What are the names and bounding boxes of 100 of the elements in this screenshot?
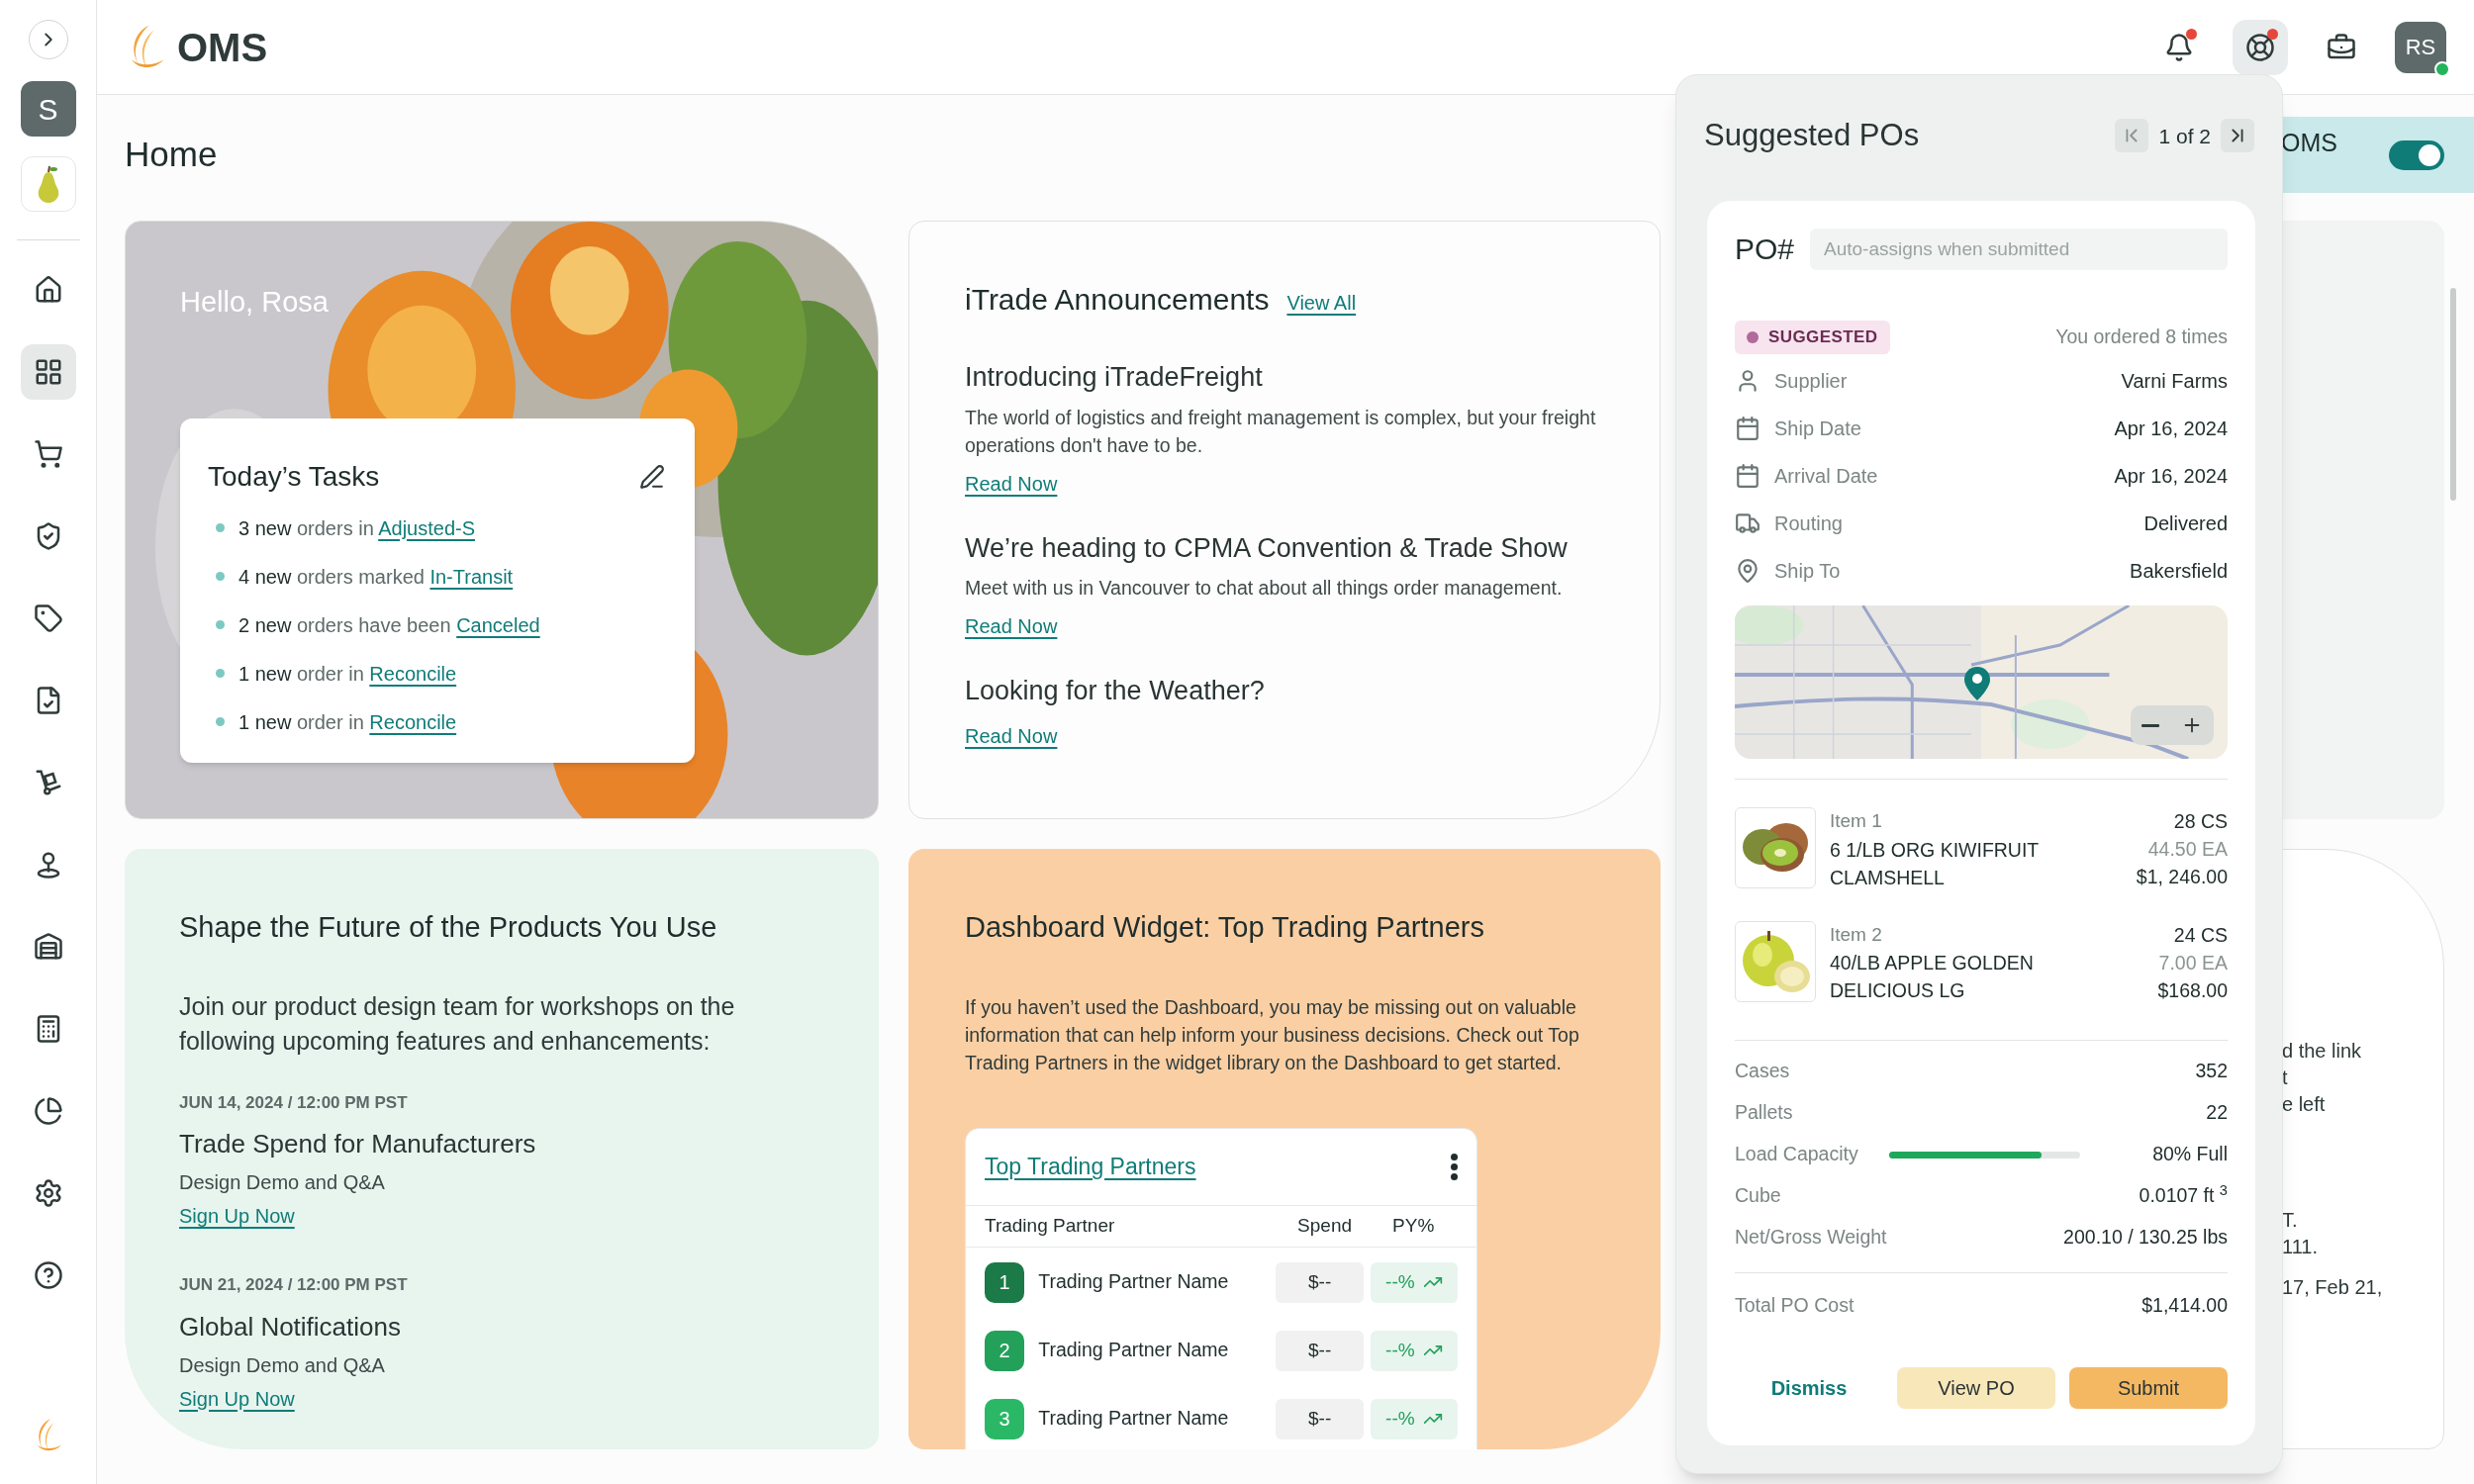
event-date: JUN 21, 2024 / 12:00 PM PST xyxy=(179,1274,409,1296)
more-icon xyxy=(1451,1153,1458,1180)
event-subtitle: Design Demo and Q&A xyxy=(179,1352,386,1378)
cart-icon xyxy=(33,439,63,469)
task-link[interactable]: Adjusted-S xyxy=(378,516,476,539)
bullet-icon xyxy=(216,669,225,678)
dashboard-text: If you haven’t used the Dashboard, you may be missing out on valuable information that can help inform your business decisions. Check out Top Trading Partners in the widget library on the Dashboard to get started. xyxy=(965,994,1580,1075)
item-total: $168.00 xyxy=(2157,977,2228,1003)
partial-text: T. xyxy=(2282,1208,2299,1233)
summary-value: 22 xyxy=(2206,1100,2228,1126)
task-link[interactable]: In-Transit xyxy=(429,565,514,588)
bullet-icon xyxy=(216,572,225,581)
help-icon xyxy=(33,1260,63,1290)
page-title: Home xyxy=(125,134,219,176)
view-po-button[interactable]: View PO xyxy=(1897,1367,2055,1410)
item-total: $1, 246.00 xyxy=(2136,865,2228,889)
partial-text: e left xyxy=(2282,1092,2327,1117)
read-now-link[interactable]: Read Now xyxy=(965,468,1058,499)
tag-icon xyxy=(33,603,63,633)
sign-up-link[interactable]: Sign Up Now xyxy=(179,1201,295,1231)
workshop-intro: Join our product design team for workshops on the following upcoming features and enhancements: xyxy=(179,990,736,1057)
po-number-field[interactable]: Auto-assigns when submitted xyxy=(1810,228,2228,270)
task-link[interactable]: Canceled xyxy=(456,613,540,636)
spend-cell: $-- xyxy=(1276,1330,1364,1371)
summary-label: Net/Gross Weight xyxy=(1735,1225,1887,1251)
partial-text: 17, Feb 21, xyxy=(2282,1275,2384,1300)
task-text: 1 new order in Reconcile xyxy=(238,709,457,735)
header-icon-button[interactable] xyxy=(2233,19,2288,75)
item-label: Item 1 xyxy=(1830,809,1883,833)
announcement-text: Meet with us in Vancouver to chat about all things order management. xyxy=(965,576,1564,601)
zoom-out-button[interactable] xyxy=(2141,723,2159,727)
detail-value: Bakersfield xyxy=(2130,559,2228,584)
task-text: 4 new orders marked In-Transit xyxy=(238,564,514,590)
task-text: 1 new order in Reconcile xyxy=(238,661,457,687)
py-cell: --% xyxy=(1370,1261,1458,1303)
calendar-icon xyxy=(1735,463,1760,489)
user-avatar[interactable]: RS xyxy=(2395,21,2446,73)
item-name: 40/LB APPLE GOLDEN DELICIOUS LG xyxy=(1830,951,2035,1003)
nav-item[interactable] xyxy=(20,344,76,400)
detail-value: Delivered xyxy=(2143,511,2228,536)
task-link[interactable]: Reconcile xyxy=(369,710,457,733)
announcement-title: We’re heading to CPMA Convention & Trade Show xyxy=(965,531,1569,565)
support-icon xyxy=(2245,32,2275,62)
more-button[interactable] xyxy=(1451,1153,1458,1180)
widget-title-link[interactable]: Top Trading Partners xyxy=(985,1149,1196,1184)
banner-text: OMS xyxy=(2281,127,2337,158)
read-now-link[interactable]: Read Now xyxy=(965,720,1058,751)
expand-button[interactable] xyxy=(28,20,68,59)
sign-up-link[interactable]: Sign Up Now xyxy=(179,1383,295,1414)
dismiss-button[interactable]: Dismiss xyxy=(1735,1367,1883,1410)
bullet-icon xyxy=(216,620,225,629)
submit-button[interactable]: Submit xyxy=(2069,1367,2228,1410)
task-link[interactable]: Reconcile xyxy=(369,662,457,685)
partial-text: 111. xyxy=(2282,1235,2319,1259)
spend-cell: $-- xyxy=(1276,1261,1364,1303)
po-label: PO# xyxy=(1735,232,1795,267)
settings-icon xyxy=(33,1178,63,1208)
last-page-button[interactable] xyxy=(2221,119,2254,153)
summary-label: Cases xyxy=(1735,1059,1791,1084)
py-cell: --% xyxy=(1370,1398,1458,1439)
detail-value: Varni Farms xyxy=(2121,369,2228,394)
announcement-title: Looking for the Weather? xyxy=(965,675,1266,707)
edit-icon xyxy=(639,463,665,490)
summary-value: 80% Full xyxy=(2152,1142,2228,1167)
panel-title: Suggested POs xyxy=(1704,117,1920,154)
rank-badge: 2 xyxy=(985,1330,1025,1371)
warehouse-icon xyxy=(33,932,63,962)
summary-value: 0.0107 ft $^{3}$ xyxy=(2139,1181,2228,1209)
toggle-switch[interactable] xyxy=(2389,139,2444,170)
item-unit-price: 44.50 EA xyxy=(2147,837,2228,862)
pager-text: 1 of 2 xyxy=(2158,123,2211,149)
view-all-link[interactable]: View All xyxy=(1286,288,1357,318)
py-cell: --% xyxy=(1370,1330,1458,1371)
map-pin-icon xyxy=(1735,558,1760,584)
announcement-text: The world of logistics and freight management is complex, but your freight operations don't have to be. xyxy=(965,405,1597,458)
home-icon xyxy=(33,275,63,305)
order-count: You ordered 8 times xyxy=(2055,325,2228,350)
summary-value: 352 xyxy=(2195,1059,2228,1084)
bullet-icon xyxy=(216,717,225,726)
detail-label: Supplier xyxy=(1774,369,1848,394)
detail-value: Apr 16, 2024 xyxy=(2114,464,2228,489)
tasks-title: Today’s Tasks xyxy=(208,459,380,494)
rank-badge: 1 xyxy=(985,1261,1025,1303)
column-header: PY% xyxy=(1391,1213,1436,1238)
event-title: Global Notifications xyxy=(179,1310,402,1344)
event-subtitle: Design Demo and Q&A xyxy=(179,1170,386,1195)
total-value: $1,414.00 xyxy=(2141,1293,2228,1318)
item-unit-price: 7.00 EA xyxy=(2158,950,2228,975)
detail-value: Apr 16, 2024 xyxy=(2114,417,2228,441)
item-label: Item 2 xyxy=(1830,922,1883,947)
item-name: 6 1/LB ORG KIWIFRUIT CLAMSHELL xyxy=(1830,837,2040,890)
workspace-avatar[interactable]: S xyxy=(20,81,76,137)
task-text: 2 new orders have been Canceled xyxy=(238,612,540,638)
map-pin-icon xyxy=(1964,667,1990,700)
partial-text: d the link xyxy=(2282,1039,2363,1064)
summary-label: Pallets xyxy=(1735,1100,1794,1126)
item-quantity: 24 CS xyxy=(2173,922,2228,948)
column-header: Trading Partner xyxy=(985,1213,1116,1238)
greeting: Hello, Rosa xyxy=(180,285,330,320)
read-now-link[interactable]: Read Now xyxy=(965,611,1058,641)
